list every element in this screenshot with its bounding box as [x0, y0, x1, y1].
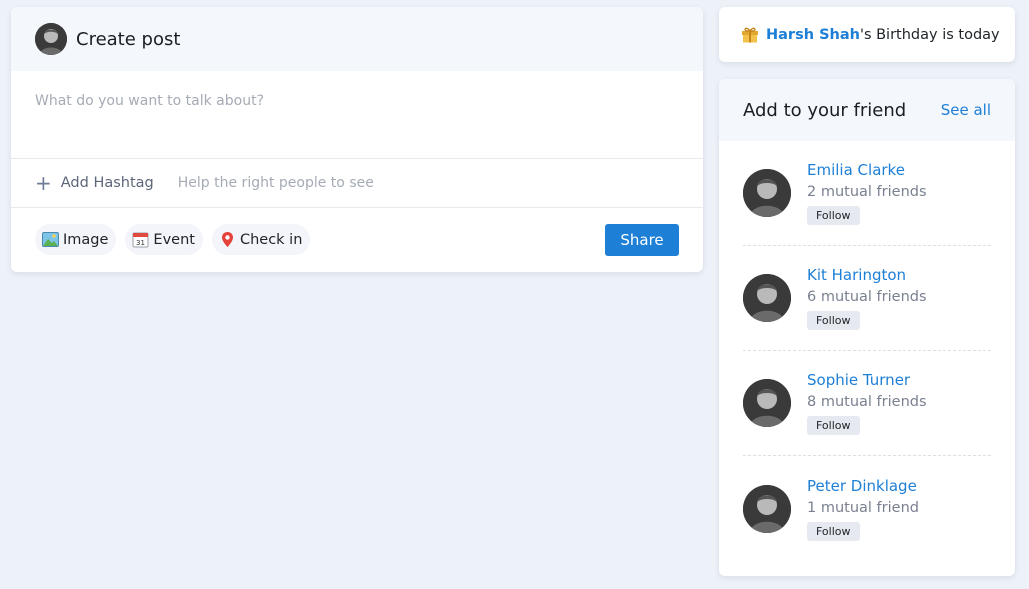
- check-in-button[interactable]: Check in: [211, 224, 311, 255]
- share-button[interactable]: Share: [605, 224, 679, 256]
- friend-suggestions-header: Add to your friend See all: [719, 79, 1015, 141]
- image-button[interactable]: Image: [35, 224, 117, 255]
- follow-button[interactable]: Follow: [807, 521, 860, 541]
- mutual-friends-count: 6 mutual friends: [807, 289, 927, 305]
- plus-icon[interactable]: +: [35, 173, 52, 193]
- event-button-label: Event: [153, 231, 195, 248]
- friend-info: Kit Harington 6 mutual friends Follow: [807, 266, 927, 330]
- friend-name-link[interactable]: Kit Harington: [807, 266, 927, 284]
- create-post-card: Create post What do you want to talk abo…: [11, 7, 703, 272]
- post-actions-bar: Image 31 Event Check in Share: [11, 208, 703, 271]
- post-text-input[interactable]: What do you want to talk about?: [11, 71, 703, 158]
- mutual-friends-count: 8 mutual friends: [807, 394, 927, 410]
- birthday-text: Harsh Shah's Birthday is today: [766, 27, 1000, 43]
- mutual-friends-count: 2 mutual friends: [807, 184, 927, 200]
- location-pin-icon: [219, 231, 236, 248]
- calendar-icon: 31: [132, 231, 149, 248]
- gift-icon: [741, 26, 759, 43]
- user-avatar[interactable]: [35, 23, 67, 55]
- avatar[interactable]: [743, 379, 791, 427]
- avatar[interactable]: [743, 484, 791, 533]
- friend-info: Peter Dinklage 1 mutual friend Follow: [807, 477, 919, 541]
- image-button-label: Image: [63, 231, 109, 248]
- follow-button[interactable]: Follow: [807, 311, 860, 330]
- birthday-person-link[interactable]: Harsh Shah: [766, 27, 860, 43]
- list-item: Sophie Turner 8 mutual friends Follow: [743, 351, 991, 456]
- friend-suggestions-title: Add to your friend: [743, 99, 907, 121]
- svg-text:31: 31: [136, 239, 145, 247]
- friend-suggestions-card: Add to your friend See all Emilia Clarke…: [719, 79, 1015, 576]
- see-all-link[interactable]: See all: [941, 101, 991, 119]
- event-button[interactable]: 31 Event: [125, 224, 203, 255]
- list-item: Emilia Clarke 2 mutual friends Follow: [743, 141, 991, 246]
- follow-button[interactable]: Follow: [807, 206, 860, 225]
- list-item: Kit Harington 6 mutual friends Follow: [743, 246, 991, 351]
- birthday-suffix: 's Birthday is today: [859, 26, 1000, 43]
- add-hashtag-button[interactable]: Add Hashtag: [61, 175, 154, 191]
- hashtag-row: + Add Hashtag Help the right people to s…: [11, 158, 703, 208]
- friend-name-link[interactable]: Emilia Clarke: [807, 161, 927, 179]
- avatar[interactable]: [743, 274, 791, 322]
- friend-name-link[interactable]: Sophie Turner: [807, 371, 927, 389]
- birthday-card: Harsh Shah's Birthday is today: [719, 7, 1015, 62]
- image-icon: [42, 231, 59, 248]
- friend-name-link[interactable]: Peter Dinklage: [807, 477, 919, 495]
- check-in-button-label: Check in: [239, 231, 303, 248]
- friend-info: Emilia Clarke 2 mutual friends Follow: [807, 161, 927, 225]
- list-item: Peter Dinklage 1 mutual friend Follow: [743, 456, 991, 561]
- mutual-friends-count: 1 mutual friend: [807, 499, 919, 516]
- friend-suggestions-list: Emilia Clarke 2 mutual friends Follow Ki…: [719, 141, 1015, 561]
- friend-info: Sophie Turner 8 mutual friends Follow: [807, 371, 927, 435]
- hashtag-hint: Help the right people to see: [177, 175, 374, 191]
- avatar[interactable]: [743, 169, 791, 217]
- follow-button[interactable]: Follow: [807, 416, 860, 435]
- create-post-title: Create post: [76, 28, 181, 50]
- post-input-placeholder: What do you want to talk about?: [35, 93, 264, 109]
- create-post-header: Create post: [11, 7, 703, 71]
